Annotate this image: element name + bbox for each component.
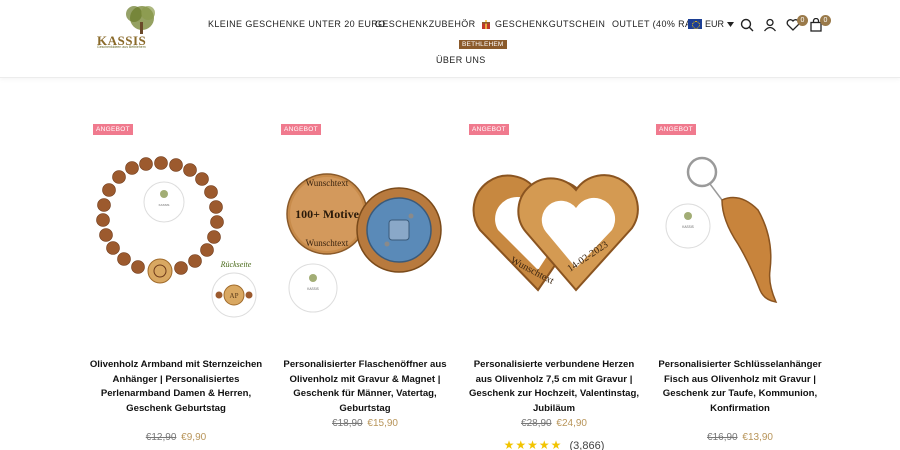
product-title[interactable]: Personalisierte verbundene Herzen aus Ol… — [466, 358, 642, 416]
eu-flag-icon — [688, 19, 702, 29]
image-text-top: Wunschtext — [306, 178, 349, 188]
old-price: €18,90 — [332, 418, 363, 429]
logo-tagline: Geschenkideen aus Bethlehem — [97, 45, 146, 49]
product-title[interactable]: Olivenholz Armband mit Sternzeichen Anhä… — [88, 358, 264, 416]
image-text-mid: 100+ Motive — [295, 207, 359, 221]
sale-badge: ANGEBOT — [281, 124, 321, 135]
bethlehem-badge: BETHLEHEM — [459, 40, 507, 49]
product-title[interactable]: Personalisierter Flaschenöffner aus Oliv… — [277, 358, 453, 416]
product-price: €28,90 €24,90 — [466, 418, 642, 429]
cart-count-badge: 0 — [820, 15, 831, 26]
product-image-bracelet[interactable]: KASSIS AP Rückseite — [88, 150, 264, 330]
svg-text:KASSIS: KASSIS — [159, 203, 170, 207]
gift-icon — [482, 19, 490, 29]
currency-selector[interactable]: EUR — [688, 19, 735, 29]
product-title[interactable]: Personalisierter Schlüsselanhänger Fisch… — [652, 358, 828, 416]
nav-gift-accessories[interactable]: GESCHENKZUBEHÖR — [375, 19, 476, 29]
image-label-rueckseite: Rückseite — [220, 260, 252, 269]
sale-badge: ANGEBOT — [93, 124, 133, 135]
old-price: €28,90 — [521, 418, 552, 429]
image-text-bottom: Wunschtext — [306, 238, 349, 248]
sale-badge: ANGEBOT — [469, 124, 509, 135]
product-image-hearts[interactable]: Wunschtext 14-02-2023 — [466, 150, 642, 330]
nav-outlet[interactable]: OUTLET (40% RABATT) — [612, 19, 690, 29]
rating-count: (3,866) — [569, 440, 605, 450]
new-price: €13,90 — [742, 432, 773, 443]
chevron-down-icon — [727, 21, 735, 27]
currency-label: EUR — [705, 19, 725, 29]
user-icon[interactable] — [763, 18, 777, 32]
rating-stars-icon: ★★★★★ — [503, 438, 563, 450]
new-price: €15,90 — [367, 418, 398, 429]
nav-small-gifts[interactable]: KLEINE GESCHENKE UNTER 20 EURO — [208, 19, 386, 29]
old-price: €12,90 — [145, 432, 177, 443]
svg-text:AP: AP — [230, 292, 239, 300]
nav-about-us[interactable]: ÜBER UNS — [436, 55, 486, 65]
product-image-fish-keychain[interactable]: KASSIS — [652, 150, 828, 330]
search-icon[interactable] — [740, 18, 754, 32]
nav-gift-voucher[interactable]: GESCHENKGUTSCHEIN — [482, 19, 605, 29]
wishlist-count-badge: 0 — [797, 15, 808, 26]
old-price: €16,90 — [707, 432, 738, 443]
product-price: €18,90 €15,90 — [277, 418, 453, 429]
new-price: €24,90 — [556, 418, 587, 429]
svg-text:KASSIS: KASSIS — [307, 287, 319, 291]
product-image-bottle-opener[interactable]: Wunschtext 100+ Motive Wunschtext KASSIS — [277, 150, 453, 330]
new-price: €9,90 — [181, 432, 207, 443]
sale-badge: ANGEBOT — [656, 124, 696, 135]
svg-text:KASSIS: KASSIS — [682, 225, 694, 229]
product-rating[interactable]: ★★★★★ (3,866) — [466, 438, 642, 450]
product-price: €12,90 €9,90 — [88, 432, 264, 443]
site-header: KASSIS Geschenkideen aus Bethlehem KLEIN… — [0, 0, 900, 78]
product-price: €16,90 €13,90 — [652, 432, 828, 443]
nav-gift-voucher-label: GESCHENKGUTSCHEIN — [495, 19, 606, 29]
